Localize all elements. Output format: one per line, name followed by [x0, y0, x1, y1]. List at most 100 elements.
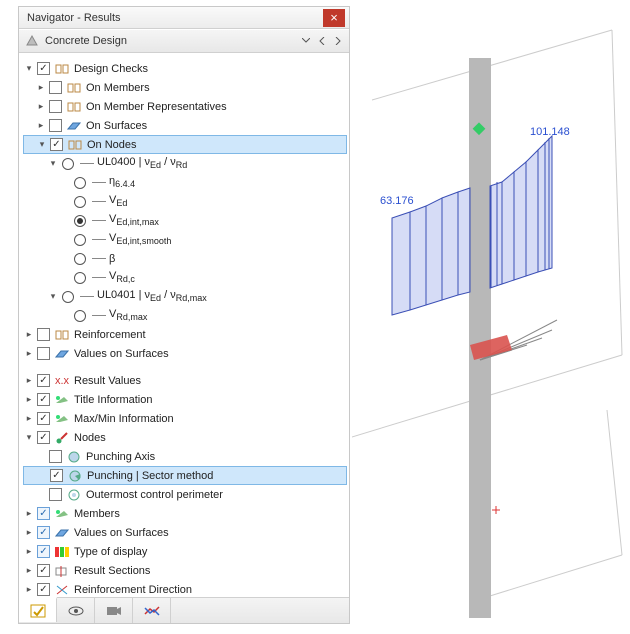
node-punching-sector[interactable]: ✓ Punching | Sector method	[23, 466, 347, 485]
label: Reinforcement	[74, 329, 146, 341]
dash-icon	[92, 239, 106, 240]
checkbox[interactable]	[49, 450, 62, 463]
checkbox[interactable]: ✓	[50, 469, 63, 482]
expand-icon[interactable]: ▸	[23, 394, 35, 405]
node-ul0401[interactable]: ▾ UL0401 | νEd / νRd,max	[23, 287, 347, 306]
radio[interactable]	[74, 234, 86, 246]
checkbox[interactable]: ✓	[37, 507, 50, 520]
node-on-members[interactable]: ▸ On Members	[23, 78, 347, 97]
axis-icon	[66, 450, 82, 464]
collapse-icon[interactable]: ▾	[23, 432, 35, 443]
node-vrdmax[interactable]: VRd,max	[23, 306, 347, 325]
checkbox[interactable]	[49, 100, 62, 113]
checkbox[interactable]	[37, 347, 50, 360]
node-beta[interactable]: β	[23, 249, 347, 268]
collapse-icon[interactable]: ▾	[36, 139, 48, 150]
tab-navigator[interactable]	[19, 597, 57, 622]
chevron-down-icon[interactable]	[301, 36, 311, 46]
radio[interactable]	[74, 177, 86, 189]
svg-text:x.xx: x.xx	[55, 376, 69, 386]
tree: ▾ ✓ Design Checks ▸ On Members ▸ On Memb…	[19, 53, 349, 605]
node-ved[interactable]: VEd	[23, 192, 347, 211]
checkbox[interactable]: ✓	[37, 526, 50, 539]
expand-icon[interactable]: ▸	[23, 584, 35, 595]
expand-icon[interactable]: ▸	[23, 565, 35, 576]
checkbox[interactable]	[49, 81, 62, 94]
checkbox[interactable]: ✓	[37, 564, 50, 577]
expand-icon[interactable]: ▸	[35, 120, 47, 131]
tab-results[interactable]	[133, 598, 171, 623]
checkbox[interactable]: ✓	[37, 545, 50, 558]
surfaces-icon	[66, 119, 82, 133]
node-outer-perimeter[interactable]: Outermost control perimeter	[23, 485, 347, 504]
node-on-member-reps[interactable]: ▸ On Member Representatives	[23, 97, 347, 116]
node-maxmin[interactable]: ▸ ✓ Max/Min Information	[23, 409, 347, 428]
node-vrdc[interactable]: VRd,c	[23, 268, 347, 287]
module-selector[interactable]: Concrete Design	[19, 29, 349, 53]
tab-views[interactable]	[57, 598, 95, 623]
radio[interactable]	[74, 310, 86, 322]
nav-next-icon[interactable]	[333, 36, 343, 46]
checkbox[interactable]	[49, 488, 62, 501]
dash-icon	[92, 258, 106, 259]
tab-camera[interactable]	[95, 598, 133, 623]
radio[interactable]	[74, 215, 86, 227]
node-reinforcement[interactable]: ▸ Reinforcement	[23, 325, 347, 344]
node-values-surfaces2[interactable]: ▸ ✓ Values on Surfaces	[23, 523, 347, 542]
expand-icon[interactable]: ▸	[23, 508, 35, 519]
expand-icon[interactable]: ▸	[23, 329, 35, 340]
collapse-icon[interactable]: ▾	[47, 158, 59, 169]
node-members[interactable]: ▸ ✓ Members	[23, 504, 347, 523]
expand-icon[interactable]: ▸	[23, 375, 35, 386]
node-design-checks[interactable]: ▾ ✓ Design Checks	[23, 59, 347, 78]
navigator-panel: Navigator - Results × Concrete Design ▾ …	[18, 6, 350, 624]
label: Nodes	[74, 432, 106, 444]
node-title-info[interactable]: ▸ ✓ Title Information	[23, 390, 347, 409]
checkbox[interactable]	[37, 328, 50, 341]
nodes-icon	[54, 431, 70, 445]
expand-icon[interactable]: ▾	[23, 63, 35, 74]
node-on-surfaces[interactable]: ▸ On Surfaces	[23, 116, 347, 135]
radio[interactable]	[74, 253, 86, 265]
viewport-3d[interactable]: 63.176 101.148	[352, 0, 630, 631]
node-result-sections[interactable]: ▸ ✓ Result Sections	[23, 561, 347, 580]
node-punching-axis[interactable]: Punching Axis	[23, 447, 347, 466]
label: On Nodes	[87, 139, 137, 151]
expand-icon[interactable]: ▸	[23, 527, 35, 538]
checkbox[interactable]: ✓	[37, 374, 50, 387]
expand-icon[interactable]: ▸	[23, 546, 35, 557]
node-ul0400[interactable]: ▾ UL0400 | νEd / νRd	[23, 154, 347, 173]
label: Members	[74, 508, 120, 520]
checkbox[interactable]: ✓	[37, 62, 50, 75]
node-on-nodes[interactable]: ▾ ✓ On Nodes	[23, 135, 347, 154]
checkbox[interactable]: ✓	[37, 412, 50, 425]
nav-prev-icon[interactable]	[317, 36, 327, 46]
collapse-icon[interactable]: ▾	[47, 291, 59, 302]
checkbox[interactable]	[49, 119, 62, 132]
label: Result Values	[74, 375, 141, 387]
node-values-on-surfaces[interactable]: ▸ Values on Surfaces	[23, 344, 347, 363]
expand-icon[interactable]: ▸	[35, 101, 47, 112]
radio[interactable]	[74, 196, 86, 208]
checkbox[interactable]: ✓	[37, 431, 50, 444]
expand-icon[interactable]: ▸	[23, 348, 35, 359]
checkbox[interactable]: ✓	[37, 393, 50, 406]
radio[interactable]	[62, 291, 74, 303]
node-type-display[interactable]: ▸ ✓ Type of display	[23, 542, 347, 561]
maxmin-icon	[54, 412, 70, 426]
expand-icon[interactable]: ▸	[23, 413, 35, 424]
node-eta[interactable]: η6.4.4	[23, 173, 347, 192]
radio[interactable]	[62, 158, 74, 170]
node-result-values[interactable]: ▸ ✓ x.xx Result Values	[23, 371, 347, 390]
checkbox[interactable]: ✓	[37, 583, 50, 596]
radio[interactable]	[74, 272, 86, 284]
dash-icon	[80, 296, 94, 297]
node-ved-int-max[interactable]: VEd,int,max	[23, 211, 347, 230]
expand-icon[interactable]: ▸	[35, 82, 47, 93]
node-ved-int-smooth[interactable]: VEd,int,smooth	[23, 230, 347, 249]
dash-icon	[80, 163, 94, 164]
checkbox[interactable]: ✓	[50, 138, 63, 151]
node-nodes[interactable]: ▾ ✓ Nodes	[23, 428, 347, 447]
label: Result Sections	[74, 565, 150, 577]
close-button[interactable]: ×	[323, 9, 345, 27]
